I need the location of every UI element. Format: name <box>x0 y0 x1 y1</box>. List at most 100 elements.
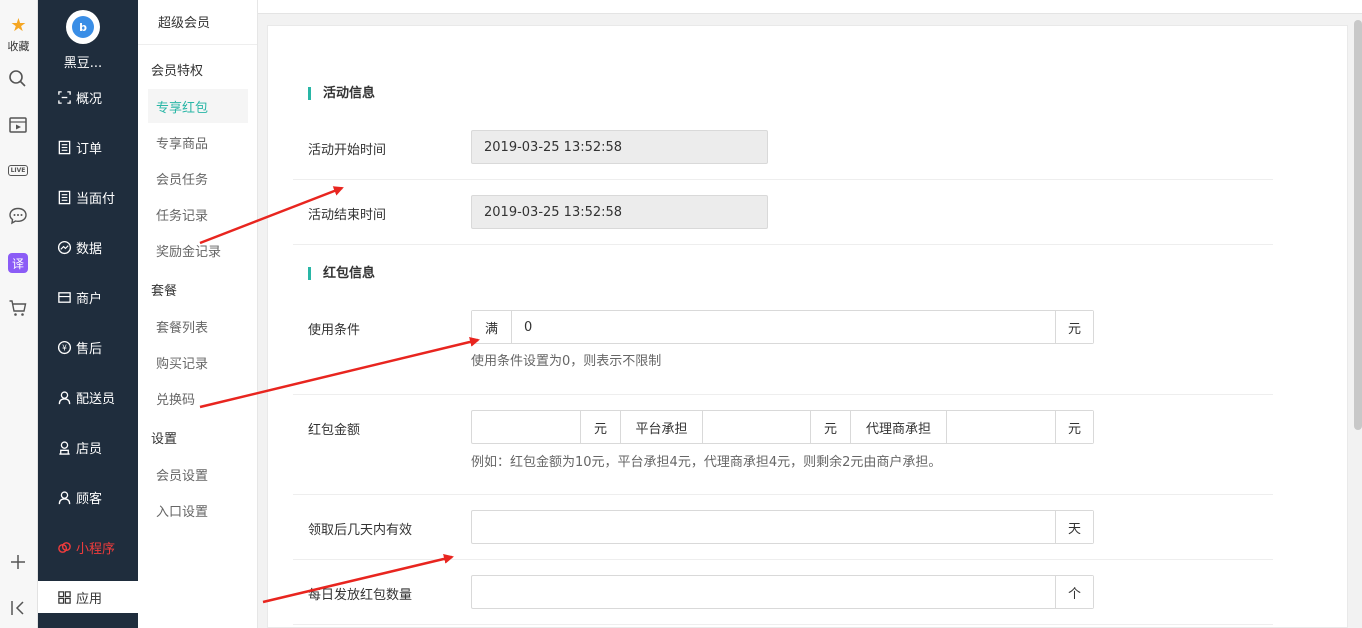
cart-icon[interactable] <box>7 297 29 319</box>
sub-nav: 超级会员 会员特权 专享红包 专享商品 会员任务 任务记录 奖励金记录 套餐 套… <box>138 0 258 628</box>
main-panel: 活动信息 活动开始时间 2019-03-25 13:52:58 活动结束时间 2… <box>267 25 1348 628</box>
nav-label: 配送员 <box>76 391 116 407</box>
start-time-field[interactable]: 2019-03-25 13:52:58 <box>471 130 768 164</box>
section-title-activity: 活动信息 <box>308 87 375 100</box>
nav-label: 小程序 <box>76 541 116 557</box>
pay-icon <box>56 189 72 205</box>
subnav-group-packages: 套餐 <box>151 284 178 299</box>
video-icon[interactable] <box>7 114 29 136</box>
amount-input[interactable] <box>472 411 580 443</box>
subnav-item-member-tasks[interactable]: 会员任务 <box>148 161 248 195</box>
condition-label: 使用条件 <box>308 323 361 338</box>
amount-help: 例如：红包金额为10元，平台承担4元，代理商承担4元，则剩余2元由商户承担。 <box>471 455 942 470</box>
end-time-field[interactable]: 2019-03-25 13:52:58 <box>471 195 768 229</box>
valid-days-label: 领取后几天内有效 <box>308 523 413 538</box>
plus-icon[interactable] <box>7 551 29 573</box>
subnav-item-purchase-records[interactable]: 购买记录 <box>148 345 248 379</box>
nav-label: 当面付 <box>76 191 116 207</box>
subnav-group-privileges: 会员特权 <box>151 64 204 79</box>
search-icon[interactable] <box>7 68 29 90</box>
row-divider <box>293 624 1273 625</box>
agent-input[interactable] <box>946 411 1055 443</box>
subnav-item-entry-settings[interactable]: 入口设置 <box>148 493 248 527</box>
nav-label: 商户 <box>76 291 103 307</box>
nav-item-apps[interactable]: 应用 <box>38 581 138 613</box>
subnav-item-package-list[interactable]: 套餐列表 <box>148 309 248 343</box>
top-bar <box>258 0 1362 14</box>
chart-icon <box>56 239 72 255</box>
logo-glyph: b <box>72 16 94 38</box>
platform-unit: 元 <box>810 411 850 443</box>
chat-icon[interactable] <box>7 205 29 227</box>
shop-icon <box>56 289 72 305</box>
subnav-item-task-records[interactable]: 任务记录 <box>148 197 248 231</box>
subnav-group-settings: 设置 <box>151 432 178 447</box>
nav-label: 顾客 <box>76 491 103 507</box>
nav-item-overview[interactable]: 概况 <box>38 82 138 112</box>
nav-label: 应用 <box>76 591 103 607</box>
amount-label: 红包金额 <box>308 423 361 438</box>
nav-item-customer[interactable]: 顾客 <box>38 482 138 512</box>
row-divider <box>293 494 1273 495</box>
collapse-icon[interactable] <box>7 597 29 619</box>
store-name[interactable]: 黑豆... <box>38 52 128 71</box>
daily-count-label: 每日发放红包数量 <box>308 588 413 603</box>
platform-input[interactable] <box>702 411 810 443</box>
page-scrollbar[interactable] <box>1354 20 1362 430</box>
condition-input[interactable]: 0 <box>511 311 1055 343</box>
customer-icon <box>56 489 72 505</box>
subnav-item-member-settings[interactable]: 会员设置 <box>148 457 248 491</box>
condition-input-group: 满 0 元 <box>471 310 1094 344</box>
nav-item-courier[interactable]: 配送员 <box>38 382 138 412</box>
miniapp-icon <box>56 539 72 555</box>
valid-days-input[interactable] <box>472 511 1055 543</box>
amount-unit: 元 <box>580 411 620 443</box>
nav-item-miniapp[interactable]: 小程序 <box>38 532 138 562</box>
platform-label: 平台承担 <box>620 411 702 443</box>
valid-days-input-group: 天 <box>471 510 1094 544</box>
agent-unit: 元 <box>1055 411 1093 443</box>
nav-label: 概况 <box>76 91 103 107</box>
courier-icon <box>56 389 72 405</box>
agent-label: 代理商承担 <box>850 411 946 443</box>
subnav-item-reward-records[interactable]: 奖励金记录 <box>148 233 248 267</box>
nav-label: 数据 <box>76 241 103 257</box>
browser-sidebar: ★ 收藏 LIVE 译 <box>0 0 38 628</box>
subnav-item-exclusive-goods[interactable]: 专享商品 <box>148 125 248 159</box>
condition-suffix: 元 <box>1055 311 1093 343</box>
nav-label: 售后 <box>76 341 103 357</box>
row-divider <box>293 559 1273 560</box>
daily-count-input[interactable] <box>472 576 1055 608</box>
condition-help: 使用条件设置为0，则表示不限制 <box>471 354 662 369</box>
clerk-icon <box>56 439 72 455</box>
subnav-item-redeem-code[interactable]: 兑换码 <box>148 381 248 415</box>
store-logo[interactable]: b <box>66 10 100 44</box>
nav-item-clerk[interactable]: 店员 <box>38 432 138 462</box>
amount-input-group: 元 平台承担 元 代理商承担 元 <box>471 410 1094 444</box>
apps-icon <box>56 589 72 605</box>
nav-item-merchant[interactable]: 商户 <box>38 282 138 312</box>
subnav-divider <box>138 44 257 45</box>
overview-icon <box>56 89 72 105</box>
row-divider <box>293 179 1273 180</box>
subnav-item-exclusive-packet[interactable]: 专享红包 <box>148 89 248 123</box>
favorites-button[interactable]: ★ 收藏 <box>1 16 36 62</box>
nav-item-pay[interactable]: 当面付 <box>38 182 138 212</box>
start-time-label: 活动开始时间 <box>308 143 387 158</box>
main-nav: b 黑豆... 概况 订单 当面付 数据 商户 ¥ 售后 配送员 店员 顾客 小… <box>38 0 138 628</box>
daily-count-suffix: 个 <box>1055 576 1093 608</box>
row-divider <box>293 244 1273 245</box>
nav-label: 订单 <box>76 141 103 157</box>
nav-label: 店员 <box>76 441 103 457</box>
end-time-label: 活动结束时间 <box>308 208 387 223</box>
star-icon: ★ <box>10 15 27 36</box>
condition-prefix: 满 <box>472 311 511 343</box>
nav-item-aftersale[interactable]: ¥ 售后 <box>38 332 138 362</box>
translate-icon[interactable]: 译 <box>7 252 29 274</box>
section-title-packet: 红包信息 <box>308 267 375 280</box>
favorites-label: 收藏 <box>7 40 30 53</box>
live-icon[interactable]: LIVE <box>7 159 29 181</box>
order-icon <box>56 139 72 155</box>
nav-item-orders[interactable]: 订单 <box>38 132 138 162</box>
nav-item-data[interactable]: 数据 <box>38 232 138 262</box>
